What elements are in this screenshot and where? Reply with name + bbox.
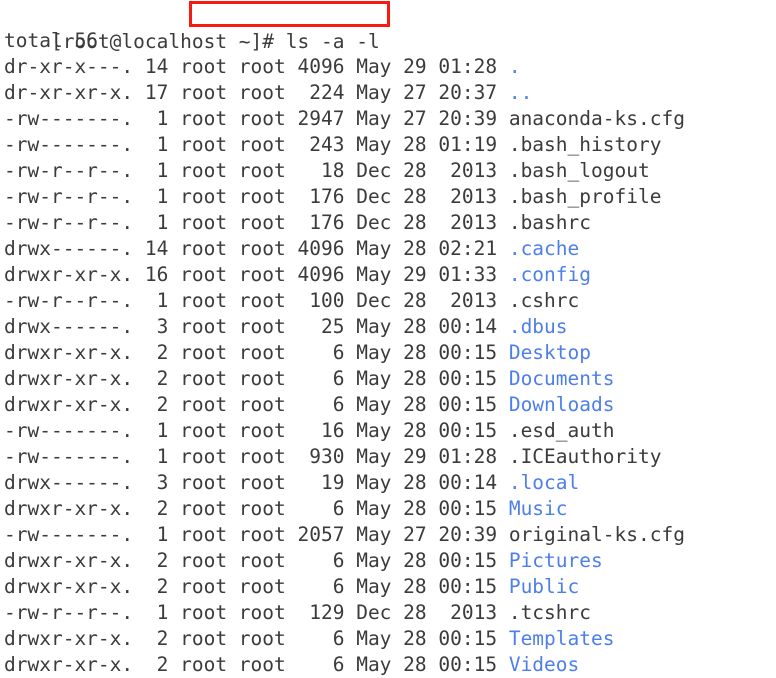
listing-row: drwx------. 14 root root 4096 May 28 02:… [0, 236, 776, 262]
listing-row: -rw-r--r--. 1 root root 129 Dec 28 2013 … [0, 600, 776, 626]
listing-row-metadata: drwxr-xr-x. 2 root root 6 May 28 00:15 [4, 549, 509, 572]
listing-row-metadata: -rw-r--r--. 1 root root 18 Dec 28 2013 [4, 159, 509, 182]
listing-row: drwxr-xr-x. 2 root root 6 May 28 00:15 T… [0, 626, 776, 652]
listing-row-metadata: -rw-r--r--. 1 root root 176 Dec 28 2013 [4, 185, 509, 208]
listing-row: -rw-------. 1 root root 16 May 28 00:15 … [0, 418, 776, 444]
listing-row-metadata: -rw-------. 1 root root 930 May 29 01:28 [4, 445, 509, 468]
directory-name: Pictures [508, 549, 603, 572]
file-name: .cshrc [508, 289, 580, 312]
directory-name: Desktop [508, 341, 592, 364]
listing-row: -rw-------. 1 root root 243 May 28 01:19… [0, 132, 776, 158]
directory-name: .. [508, 81, 533, 104]
file-name: original-ks.cfg [508, 523, 685, 546]
listing-row-metadata: -rw-------. 1 root root 2057 May 27 20:3… [4, 523, 509, 546]
listing-row: -rw-r--r--. 1 root root 100 Dec 28 2013 … [0, 288, 776, 314]
listing-row: -rw-------. 1 root root 930 May 29 01:28… [0, 444, 776, 470]
listing-row: drwxr-xr-x. 2 root root 6 May 28 00:15 V… [0, 652, 776, 678]
listing-row-metadata: drwx------. 14 root root 4096 May 28 02:… [4, 237, 509, 260]
directory-name: Public [508, 575, 580, 598]
file-name: .bash_profile [508, 185, 662, 208]
listing-row: drwxr-xr-x. 2 root root 6 May 28 00:15 D… [0, 340, 776, 366]
listing-row-metadata: -rw-------. 1 root root 16 May 28 00:15 [4, 419, 509, 442]
command-highlight-box [189, 1, 390, 27]
listing-row-metadata: -rw-------. 1 root root 2947 May 27 20:3… [4, 107, 509, 130]
terminal-window[interactable]: [root@localhost ~]# ls -a -l total 56 dr… [0, 0, 776, 676]
total-line: total 56 [4, 29, 98, 52]
file-name: .bash_logout [508, 159, 650, 182]
listing-row: drwxr-xr-x. 2 root root 6 May 28 00:15 D… [0, 392, 776, 418]
listing-row: drwx------. 3 root root 25 May 28 00:14 … [0, 314, 776, 340]
listing-row: -rw-------. 1 root root 2057 May 27 20:3… [0, 522, 776, 548]
prompt-line: [root@localhost ~]# ls -a -l [0, 0, 776, 53]
listing-row-metadata: -rw-r--r--. 1 root root 100 Dec 28 2013 [4, 289, 509, 312]
directory-name: .local [508, 471, 580, 494]
directory-name: . [508, 55, 521, 78]
listing-row: -rw-r--r--. 1 root root 176 Dec 28 2013 … [0, 184, 776, 210]
file-listing: dr-xr-x---. 14 root root 4096 May 29 01:… [0, 54, 776, 678]
listing-row-metadata: drwxr-xr-x. 2 root root 6 May 28 00:15 [4, 497, 509, 520]
listing-row: drwxr-xr-x. 16 root root 4096 May 29 01:… [0, 262, 776, 288]
listing-row: dr-xr-xr-x. 17 root root 224 May 27 20:3… [0, 80, 776, 106]
directory-name: .cache [508, 237, 580, 260]
directory-name: Downloads [508, 393, 615, 416]
listing-row-metadata: -rw-r--r--. 1 root root 176 Dec 28 2013 [4, 211, 509, 234]
listing-row: -rw-r--r--. 1 root root 18 Dec 28 2013 .… [0, 158, 776, 184]
file-name: .ICEauthority [508, 445, 662, 468]
directory-name: Documents [508, 367, 615, 390]
directory-name: Music [508, 497, 568, 520]
listing-row-metadata: drwxr-xr-x. 2 root root 6 May 28 00:15 [4, 341, 509, 364]
listing-row-metadata: dr-xr-x---. 14 root root 4096 May 29 01:… [4, 55, 509, 78]
listing-row: drwxr-xr-x. 2 root root 6 May 28 00:15 P… [0, 548, 776, 574]
file-name: .bashrc [508, 211, 592, 234]
directory-name: Templates [508, 627, 615, 650]
listing-row: drwxr-xr-x. 2 root root 6 May 28 00:15 M… [0, 496, 776, 522]
listing-row: drwxr-xr-x. 2 root root 6 May 28 00:15 P… [0, 574, 776, 600]
directory-name: .dbus [508, 315, 568, 338]
file-name: .esd_auth [508, 419, 615, 442]
listing-row-metadata: drwx------. 3 root root 25 May 28 00:14 [4, 315, 509, 338]
listing-row-metadata: drwxr-xr-x. 2 root root 6 May 28 00:15 [4, 627, 509, 650]
file-name: .bash_history [508, 133, 662, 156]
file-name: anaconda-ks.cfg [508, 107, 685, 130]
listing-row-metadata: dr-xr-xr-x. 17 root root 224 May 27 20:3… [4, 81, 509, 104]
directory-name: .config [508, 263, 592, 286]
listing-row: drwx------. 3 root root 19 May 28 00:14 … [0, 470, 776, 496]
listing-row: drwxr-xr-x. 2 root root 6 May 28 00:15 D… [0, 366, 776, 392]
listing-row-metadata: drwxr-xr-x. 2 root root 6 May 28 00:15 [4, 367, 509, 390]
listing-row: dr-xr-x---. 14 root root 4096 May 29 01:… [0, 54, 776, 80]
listing-row-metadata: drwxr-xr-x. 2 root root 6 May 28 00:15 [4, 393, 509, 416]
listing-row-metadata: drwxr-xr-x. 16 root root 4096 May 29 01:… [4, 263, 509, 286]
listing-row-metadata: drwxr-xr-x. 2 root root 6 May 28 00:15 [4, 575, 509, 598]
listing-row: -rw-r--r--. 1 root root 176 Dec 28 2013 … [0, 210, 776, 236]
listing-row-metadata: -rw-------. 1 root root 243 May 28 01:19 [4, 133, 509, 156]
listing-row: -rw-------. 1 root root 2947 May 27 20:3… [0, 106, 776, 132]
listing-row-metadata: -rw-r--r--. 1 root root 129 Dec 28 2013 [4, 601, 509, 624]
listing-row-metadata: drwx------. 3 root root 19 May 28 00:14 [4, 471, 509, 494]
file-name: .tcshrc [508, 601, 592, 624]
